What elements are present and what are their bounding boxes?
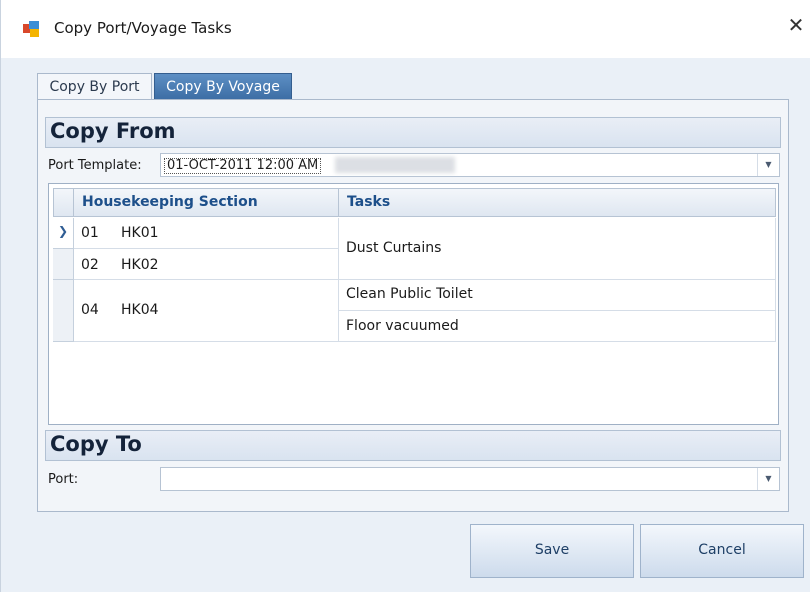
cancel-button[interactable]: Cancel xyxy=(640,524,804,578)
row-indicator[interactable] xyxy=(53,249,74,280)
dropdown-arrow-icon[interactable]: ▼ xyxy=(757,154,779,176)
port-template-value: 01-OCT-2011 12:00 AM xyxy=(164,158,322,174)
save-button-label: Save xyxy=(534,542,570,558)
tab-copy-by-voyage[interactable]: Copy By Voyage xyxy=(154,73,292,100)
row-indicator[interactable] xyxy=(53,280,74,342)
section-cell[interactable]: 02 HK02 xyxy=(74,249,339,280)
tasks-grid: Housekeeping Section Tasks ❯ 01 HK01 02 HK… xyxy=(48,183,779,425)
section-cell[interactable]: 01 HK01 xyxy=(74,218,339,249)
column-header-tasks[interactable]: Tasks xyxy=(340,189,770,216)
copy-to-title: Copy To xyxy=(50,432,142,456)
port-template-label: Port Template: xyxy=(48,158,142,173)
current-row-icon: ❯ xyxy=(58,224,69,238)
row-indicator-header xyxy=(54,189,74,216)
save-button[interactable]: Save xyxy=(470,524,634,578)
column-header-housekeeping-section[interactable]: Housekeeping Section xyxy=(75,189,339,216)
section-number: 04 xyxy=(81,302,99,318)
window-title: Copy Port/Voyage Tasks xyxy=(54,19,232,37)
section-cell[interactable]: 04 HK04 xyxy=(74,280,339,342)
tab-copy-by-port[interactable]: Copy By Port xyxy=(37,73,152,100)
row-indicator-selected[interactable]: ❯ xyxy=(53,218,74,249)
cancel-button-label: Cancel xyxy=(698,542,746,558)
close-icon[interactable]: ✕ xyxy=(781,10,810,40)
port-label: Port: xyxy=(48,472,79,487)
title-bar: Copy Port/Voyage Tasks ✕ xyxy=(1,0,810,58)
app-icon xyxy=(23,21,39,37)
dropdown-arrow-icon[interactable]: ▼ xyxy=(757,468,779,490)
task-cell[interactable]: Clean Public Toilet xyxy=(339,280,776,311)
task-cell[interactable]: Floor vacuumed xyxy=(339,311,776,342)
copy-to-header: Copy To xyxy=(45,430,781,461)
dialog-window: Copy Port/Voyage Tasks ✕ Copy By Port Co… xyxy=(0,0,810,592)
task-cell[interactable]: Dust Curtains xyxy=(339,218,776,280)
copy-from-header: Copy From xyxy=(45,117,781,148)
port-dropdown[interactable]: ▼ xyxy=(160,467,780,491)
port-template-dropdown[interactable]: 01-OCT-2011 12:00 AM ▼ xyxy=(160,153,780,177)
section-number: 01 xyxy=(81,225,99,241)
redacted-region xyxy=(335,157,455,173)
section-number: 02 xyxy=(81,257,99,273)
copy-from-title: Copy From xyxy=(50,119,176,143)
section-code: HK01 xyxy=(121,225,159,241)
grid-header: Housekeeping Section Tasks xyxy=(53,188,776,217)
section-code: HK02 xyxy=(121,257,159,273)
section-code: HK04 xyxy=(121,302,159,318)
